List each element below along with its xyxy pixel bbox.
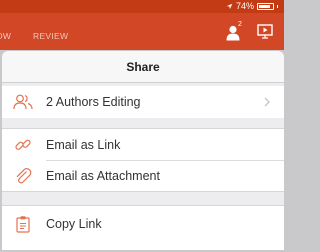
copy-link-row[interactable]: Copy Link — [2, 209, 284, 239]
present-icon — [257, 24, 273, 39]
share-count-badge: 2 — [238, 21, 242, 28]
tab-review[interactable]: REVIEW — [33, 31, 68, 41]
email-as-attachment-row[interactable]: Email as Attachment — [2, 161, 284, 191]
status-bar: 74% — [0, 0, 284, 13]
section-gap — [2, 192, 284, 205]
ribbon: OW REVIEW 2 — [0, 13, 284, 64]
tab-view[interactable]: OW — [0, 31, 11, 41]
battery-percent: 74% — [235, 1, 254, 11]
paperclip-icon — [13, 167, 33, 185]
authors-section: 2 Authors Editing — [2, 86, 284, 118]
authors-editing-row[interactable]: 2 Authors Editing — [2, 87, 284, 117]
copy-link-section: Copy Link — [2, 206, 284, 250]
battery-tip — [277, 4, 278, 8]
people-icon — [13, 93, 33, 111]
location-icon — [226, 3, 233, 9]
email-as-link-label: Email as Link — [46, 138, 121, 152]
status-indicators: 74% — [226, 1, 278, 11]
email-as-link-row[interactable]: Email as Link — [2, 130, 284, 160]
share-popover: Share 2 Authors Editing Email as Link Em… — [2, 51, 284, 250]
battery-icon — [257, 2, 274, 10]
clipboard-icon — [13, 215, 33, 233]
present-button[interactable] — [257, 23, 275, 41]
authors-editing-label: 2 Authors Editing — [46, 95, 141, 109]
chevron-right-icon — [264, 97, 270, 107]
share-title: Share — [126, 60, 160, 74]
link-icon — [13, 136, 33, 154]
share-button[interactable]: 2 — [226, 21, 250, 43]
copy-link-label: Copy Link — [46, 217, 102, 231]
email-as-attachment-label: Email as Attachment — [46, 169, 160, 183]
email-section: Email as Link Email as Attachment — [2, 129, 284, 191]
app-window: 74% OW REVIEW 2 Share — [0, 0, 284, 250]
